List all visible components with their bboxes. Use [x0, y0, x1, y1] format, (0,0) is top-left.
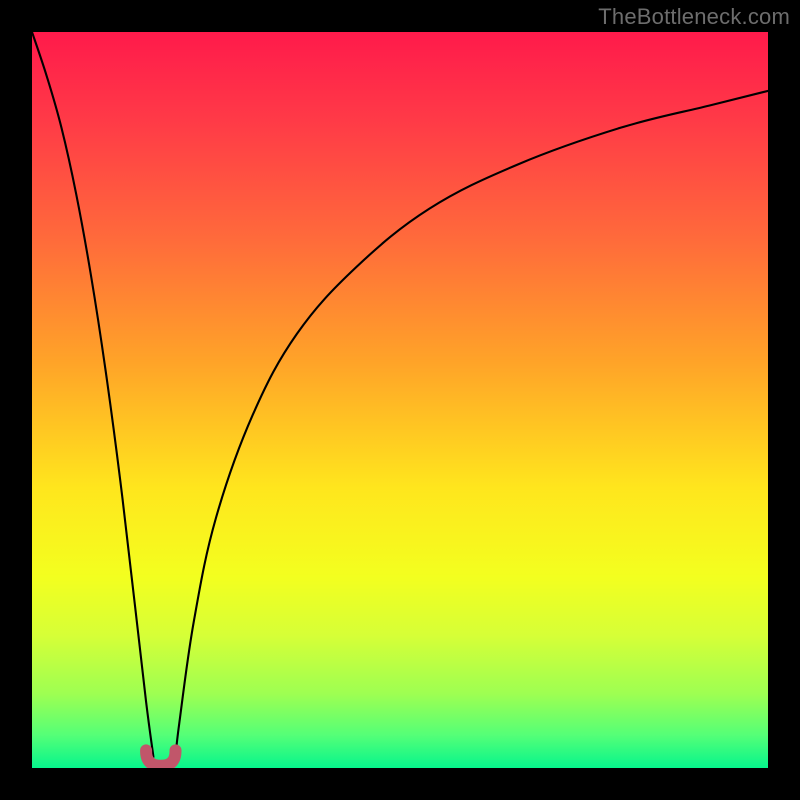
- minimum-u-marker: [146, 750, 175, 765]
- plot-area: [32, 32, 768, 768]
- watermark-text: TheBottleneck.com: [598, 4, 790, 30]
- outer-frame: TheBottleneck.com: [0, 0, 800, 800]
- curve-right-branch: [176, 91, 768, 757]
- curve-layer: [32, 32, 768, 768]
- curve-left-branch: [32, 32, 153, 757]
